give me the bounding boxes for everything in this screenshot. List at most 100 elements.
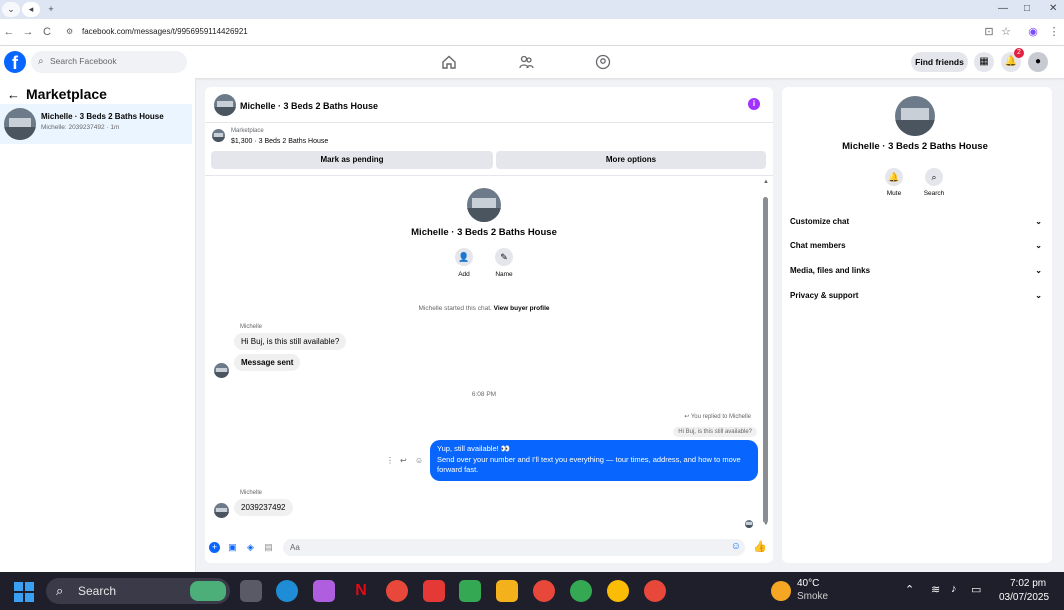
- chrome-profile-icon[interactable]: [644, 580, 666, 602]
- clock-time[interactable]: 7:02 pm: [1010, 578, 1046, 589]
- sender-avatar[interactable]: [214, 503, 229, 518]
- more-options-button[interactable]: More options: [496, 151, 766, 169]
- details-avatar[interactable]: [895, 96, 935, 136]
- sender-name: Michelle: [240, 490, 263, 496]
- edge-browser-icon[interactable]: [276, 580, 298, 602]
- chrome-profile-icon[interactable]: [533, 580, 555, 602]
- mute-bell-icon[interactable]: 🔔: [885, 168, 903, 186]
- marketplace-sidebar: ← Marketplace Michelle · 3 Beds 2 Baths …: [0, 78, 196, 572]
- install-app-icon[interactable]: ⊡: [982, 25, 996, 39]
- mark-as-pending-button[interactable]: Mark as pending: [211, 151, 493, 169]
- header-divider: [205, 122, 773, 123]
- reload-button[interactable]: C: [40, 25, 54, 39]
- sender-avatar[interactable]: [214, 363, 229, 378]
- wifi-icon[interactable]: ≋: [931, 583, 940, 596]
- reply-note-text: You replied to Michelle: [690, 414, 751, 420]
- more-actions-icon[interactable]: ⋮: [386, 456, 394, 465]
- taskbar-search[interactable]: ⌕ Search: [46, 578, 230, 604]
- browser-menu-icon[interactable]: ⋮: [1047, 25, 1061, 39]
- replied-message-quote[interactable]: Hi Buj, is this still available?: [673, 427, 757, 437]
- account-avatar[interactable]: ●: [1028, 52, 1048, 72]
- chevron-down-icon: ⌄: [1035, 291, 1042, 300]
- incoming-message[interactable]: Hi Buj, is this still available?: [234, 333, 347, 350]
- weather-temperature[interactable]: 40°C: [797, 578, 819, 589]
- chat-header-avatar[interactable]: [214, 94, 236, 116]
- react-emoji-icon[interactable]: ☺: [415, 456, 423, 465]
- incoming-message[interactable]: 2039237492: [234, 499, 293, 516]
- chat-profile-name: Michelle · 3 Beds 2 Baths House: [411, 227, 557, 238]
- facebook-logo[interactable]: f: [4, 51, 26, 73]
- emoji-icon[interactable]: ☺: [731, 541, 741, 552]
- volume-icon[interactable]: ♪: [951, 583, 957, 595]
- groups-icon[interactable]: [595, 54, 611, 70]
- conversation-list-item[interactable]: Michelle · 3 Beds 2 Baths House Michelle…: [0, 104, 192, 144]
- start-button[interactable]: [14, 582, 34, 602]
- maximize-button[interactable]: □: [1024, 3, 1030, 14]
- bookmark-star-icon[interactable]: ☆: [999, 25, 1013, 39]
- outgoing-line-2: Send over your number and I'll text you …: [437, 454, 741, 475]
- video-app-icon[interactable]: [423, 580, 445, 602]
- listing-thumbnail[interactable]: [212, 129, 225, 142]
- add-label: Add: [458, 271, 470, 278]
- netflix-icon[interactable]: N: [350, 580, 372, 602]
- message-input[interactable]: Aa ☺: [283, 539, 745, 556]
- scroll-up-arrow-icon[interactable]: ▲: [763, 179, 769, 185]
- gif-icon[interactable]: ▤: [263, 542, 274, 553]
- photo-icon[interactable]: ▣: [227, 542, 238, 553]
- conversation-info-icon[interactable]: i: [748, 98, 760, 110]
- task-view-icon[interactable]: [240, 580, 262, 602]
- menu-grid-icon[interactable]: ▦: [974, 52, 994, 72]
- facebook-header: f ⌕ Search Facebook Find friends ▦ 🔔 ●: [0, 46, 1064, 78]
- back-button[interactable]: ←: [2, 25, 16, 39]
- section-label: Privacy & support: [790, 291, 859, 300]
- close-window-button[interactable]: ✕: [1049, 3, 1057, 14]
- sticker-icon[interactable]: ◈: [245, 542, 256, 553]
- add-people-icon[interactable]: 👤: [455, 248, 473, 266]
- started-text: Michelle started this chat.: [418, 305, 492, 312]
- show-hidden-icons-chevron-icon[interactable]: ⌃: [905, 583, 914, 596]
- details-name: Michelle · 3 Beds 2 Baths House: [842, 141, 988, 152]
- battery-icon[interactable]: ▭: [971, 583, 981, 596]
- weather-description[interactable]: Smoke: [797, 591, 828, 602]
- chat-scrollbar-thumb[interactable]: [763, 197, 768, 523]
- home-icon[interactable]: [441, 54, 457, 70]
- chrome-profile-icon[interactable]: [607, 580, 629, 602]
- view-buyer-profile-link[interactable]: View buyer profile: [494, 305, 550, 312]
- friends-icon[interactable]: [518, 54, 534, 70]
- section-privacy-support[interactable]: Privacy & support ⌄: [790, 291, 1042, 307]
- search-conversation-icon[interactable]: ⌕: [925, 168, 943, 186]
- chevron-down-icon: ⌄: [1035, 217, 1042, 226]
- clock-date[interactable]: 03/07/2025: [999, 592, 1049, 603]
- play-store-icon[interactable]: [459, 580, 481, 602]
- new-tab-button[interactable]: +: [42, 2, 60, 17]
- section-chat-members[interactable]: Chat members ⌄: [790, 241, 1042, 257]
- outgoing-message[interactable]: Yup, still available! 👀 Send over your n…: [430, 440, 758, 481]
- minimize-button[interactable]: —: [998, 3, 1008, 14]
- chrome-profile-icon[interactable]: [570, 580, 592, 602]
- chrome-icon[interactable]: [386, 580, 408, 602]
- forward-button[interactable]: →: [21, 25, 35, 39]
- section-media-files-links[interactable]: Media, files and links ⌄: [790, 266, 1042, 282]
- chat-header-title[interactable]: Michelle · 3 Beds 2 Baths House: [240, 101, 378, 111]
- facebook-search-input[interactable]: ⌕ Search Facebook: [31, 51, 187, 73]
- listing-price-title[interactable]: $1,300 · 3 Beds 2 Baths House: [231, 138, 328, 145]
- find-friends-button[interactable]: Find friends: [911, 52, 968, 72]
- thumbs-up-icon[interactable]: 👍: [753, 542, 767, 553]
- incoming-message[interactable]: Message sent: [234, 354, 301, 371]
- file-explorer-icon[interactable]: [496, 580, 518, 602]
- conversation-avatar: [4, 108, 36, 140]
- weather-icon[interactable]: [771, 581, 791, 601]
- active-tab[interactable]: ◂: [22, 2, 40, 17]
- edit-name-icon[interactable]: ✎: [495, 248, 513, 266]
- profile-icon[interactable]: ◉: [1026, 25, 1040, 39]
- search-placeholder: Search Facebook: [50, 56, 117, 66]
- add-attachment-icon[interactable]: +: [209, 542, 220, 553]
- tab-list-button[interactable]: ⌄: [2, 2, 20, 17]
- chat-profile-avatar[interactable]: [467, 188, 501, 222]
- reply-icon[interactable]: ↩: [400, 456, 407, 465]
- address-bar[interactable]: ⚙ facebook.com/messages/t/99569591144269…: [60, 23, 966, 42]
- section-customize-chat[interactable]: Customize chat ⌄: [790, 217, 1042, 233]
- copilot-icon[interactable]: [313, 580, 335, 602]
- site-settings-icon[interactable]: ⚙: [66, 27, 73, 36]
- back-arrow-icon[interactable]: ←: [7, 87, 20, 102]
